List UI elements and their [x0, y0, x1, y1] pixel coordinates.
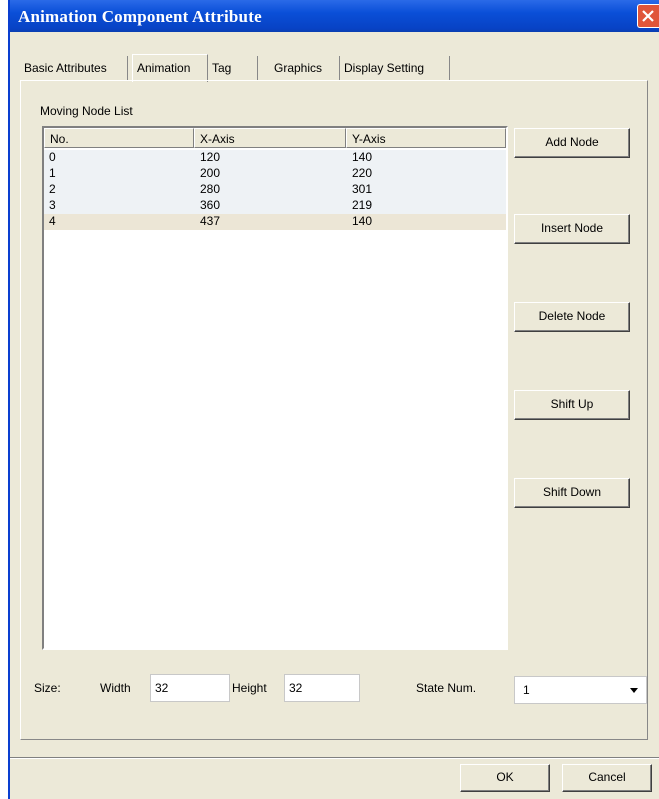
cell-y-axis: 140	[352, 150, 373, 164]
shift-up-button[interactable]: Shift Up	[514, 390, 630, 420]
insert-node-button[interactable]: Insert Node	[514, 214, 630, 244]
cell-no: 4	[49, 214, 56, 228]
table-row[interactable]: 3 360 219	[44, 198, 506, 214]
tab-tag[interactable]: Tag	[208, 56, 258, 80]
cell-no: 1	[49, 166, 56, 180]
height-label: Height	[232, 681, 267, 695]
state-num-label: State Num.	[416, 681, 477, 695]
tab-basic-attributes[interactable]: Basic Attributes	[20, 56, 128, 80]
cell-no: 3	[49, 198, 56, 212]
list-header: No. X-Axis Y-Axis	[44, 128, 506, 148]
cell-x-axis: 360	[200, 198, 221, 212]
close-icon	[642, 10, 654, 22]
close-button[interactable]	[637, 4, 659, 28]
ok-button[interactable]: OK	[460, 764, 550, 792]
table-row-selected[interactable]: 4 437 140	[44, 214, 506, 230]
moving-node-list-label: Moving Node List	[40, 104, 133, 118]
footer-divider	[10, 757, 659, 759]
cell-y-axis: 219	[352, 198, 373, 212]
table-row[interactable]: 1 200 220	[44, 166, 506, 182]
cell-x-axis: 120	[200, 150, 221, 164]
tab-animation[interactable]: Animation	[132, 54, 208, 82]
cell-no: 0	[49, 150, 56, 164]
tab-display-setting[interactable]: Display Setting	[340, 56, 450, 80]
window-title: Animation Component Attribute	[18, 7, 262, 26]
column-header-no[interactable]: No.	[44, 128, 194, 148]
width-label: Width	[100, 681, 131, 695]
cell-x-axis: 200	[200, 166, 221, 180]
state-num-select[interactable]: 1	[514, 676, 647, 704]
cancel-button[interactable]: Cancel	[562, 764, 652, 792]
title-bar[interactable]: Animation Component Attribute	[10, 0, 659, 32]
cell-no: 2	[49, 182, 56, 196]
add-node-button[interactable]: Add Node	[514, 128, 630, 158]
table-row[interactable]: 0 120 140	[44, 150, 506, 166]
column-header-x-axis[interactable]: X-Axis	[194, 128, 346, 148]
cell-y-axis: 140	[352, 214, 373, 228]
state-num-value: 1	[523, 683, 530, 697]
size-label: Size:	[34, 681, 61, 695]
column-header-y-axis[interactable]: Y-Axis	[346, 128, 506, 148]
moving-node-list[interactable]: No. X-Axis Y-Axis 0 120 140 1 200 220 2 …	[42, 126, 508, 650]
height-field[interactable]: 32	[284, 674, 360, 702]
cell-y-axis: 301	[352, 182, 373, 196]
tab-graphics[interactable]: Graphics	[270, 56, 340, 80]
delete-node-button[interactable]: Delete Node	[514, 302, 630, 332]
shift-down-button[interactable]: Shift Down	[514, 478, 630, 508]
cell-x-axis: 437	[200, 214, 221, 228]
chevron-down-icon	[630, 688, 638, 693]
table-row[interactable]: 2 280 301	[44, 182, 506, 198]
dialog-window: Animation Component Attribute Basic Attr…	[8, 0, 659, 799]
cell-x-axis: 280	[200, 182, 221, 196]
width-field[interactable]: 32	[150, 674, 230, 702]
cell-y-axis: 220	[352, 166, 373, 180]
